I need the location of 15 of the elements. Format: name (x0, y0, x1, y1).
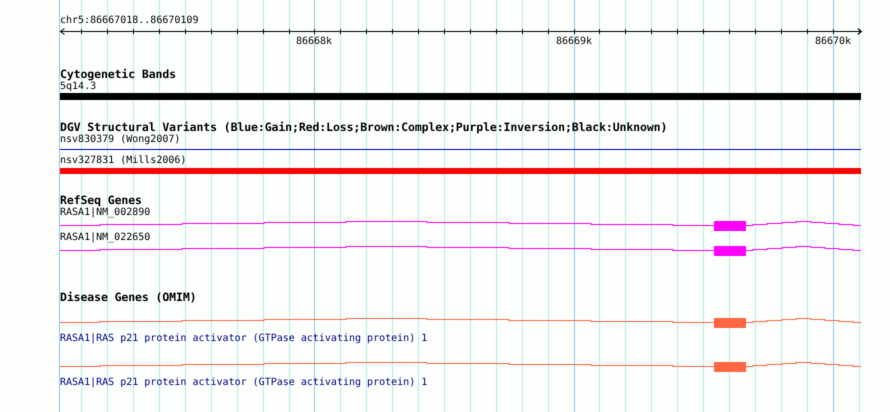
tick-label: 86669k (556, 36, 592, 47)
feature-label: 5q14.3 (60, 81, 96, 93)
track-title: RefSeq Genes (60, 193, 142, 207)
feature-label: RASA1|NM_002890 (60, 207, 150, 219)
track-title: Cytogenetic Bands (60, 67, 176, 81)
feature-label: RASA1|RAS p21 protein activator (GTPase activating protein) 1 (60, 333, 428, 345)
tick-label: 86668k (296, 36, 332, 47)
location-label: chr5:86667018..86670109 (60, 15, 198, 27)
track-title: DGV Structural Variants (Blue:Gain;Red:Loss;Brown:Complex;Purple:Inversion;Black:Unknown) (60, 120, 668, 134)
feature-label: RASA1|NM_022650 (60, 232, 150, 244)
feature-label: nsv327831 (Mills2006) (60, 155, 186, 167)
feature-label: nsv830379 (Wong2007) (60, 134, 180, 146)
track-title: Disease Genes (OMIM) (60, 290, 196, 304)
feature-label: RASA1|RAS p21 protein activator (GTPase activating protein) 1 (60, 377, 428, 389)
tick-label: 86670k (814, 36, 852, 47)
